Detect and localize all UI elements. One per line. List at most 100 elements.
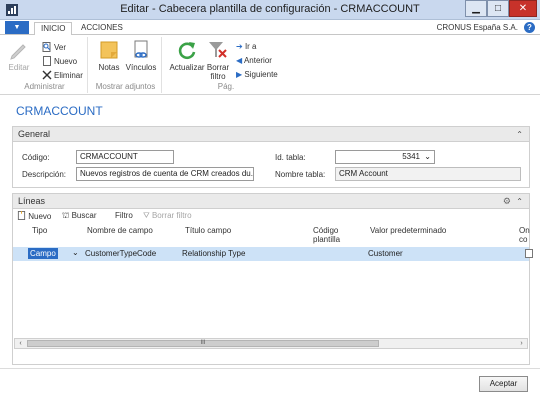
codigo-label: Código: xyxy=(22,153,50,162)
buscar-button[interactable]: ⛫ Buscar xyxy=(62,211,97,221)
on-checkbox[interactable] xyxy=(525,249,533,258)
collapse-chevron-icon[interactable]: ⌃ xyxy=(516,127,523,142)
anterior-button[interactable]: ◀ Anterior xyxy=(236,56,272,65)
lineas-toolbar: Nuevo ⛫ Buscar Filtro ⛛ Borrar filtro xyxy=(13,209,529,223)
horizontal-scrollbar[interactable]: ‹ III › xyxy=(14,338,528,349)
notas-label: Notas xyxy=(98,63,120,72)
nombre-tabla-field: CRM Account xyxy=(335,167,521,181)
notas-button[interactable]: Notas xyxy=(96,39,122,72)
new-document-icon xyxy=(43,56,51,66)
codigo-field[interactable]: CRMACCOUNT xyxy=(76,150,174,164)
eliminar-button[interactable]: Eliminar xyxy=(42,70,83,80)
minimize-button[interactable]: ▁ xyxy=(465,0,487,17)
new-line-icon xyxy=(17,211,26,220)
codigo-plantilla-line-1: Código xyxy=(313,226,339,235)
ir-a-button[interactable]: ➔ Ir a xyxy=(236,42,257,51)
help-icon[interactable]: ? xyxy=(524,22,535,33)
tab-acciones[interactable]: ACCIONES xyxy=(75,22,129,36)
table-row[interactable]: Campo ⌄ CustomerTypeCode Relationship Ty… xyxy=(13,247,533,261)
nombre-tabla-label: Nombre tabla: xyxy=(275,170,326,179)
application-menu-button[interactable]: ▼ xyxy=(5,21,29,34)
eliminar-label: Eliminar xyxy=(54,71,83,80)
column-header-titulo-campo[interactable]: Título campo xyxy=(185,226,231,235)
column-header-tipo[interactable]: Tipo xyxy=(32,226,47,235)
editar-label: Editar xyxy=(8,63,30,72)
general-section-title: General xyxy=(18,129,51,139)
on-line-2: co xyxy=(519,235,528,244)
tab-inicio[interactable]: INICIO xyxy=(34,22,73,36)
borrar-filtro-button[interactable]: Borrar filtro xyxy=(206,39,230,81)
titulo-campo-cell[interactable]: Relationship Type xyxy=(182,249,245,258)
nuevo-button[interactable]: Nuevo xyxy=(42,56,77,66)
column-header-nombre-campo[interactable]: Nombre de campo xyxy=(87,226,153,235)
column-header-on[interactable]: On co xyxy=(519,226,530,244)
siguiente-label: Siguiente xyxy=(244,70,278,79)
lineas-collapse-chevron-icon[interactable]: ⌃ xyxy=(516,194,523,209)
page-title: CRMACCOUNT xyxy=(16,104,103,118)
id-tabla-label: Id. tabla: xyxy=(275,153,306,162)
refresh-icon xyxy=(178,42,196,60)
borrar-filtro-label-2: filtro xyxy=(210,72,226,81)
vinculos-label: Vínculos xyxy=(125,63,157,72)
go-to-arrow-icon: ➔ xyxy=(236,42,243,51)
links-icon xyxy=(134,40,148,58)
valor-predeterminado-cell[interactable]: Customer xyxy=(368,249,403,258)
aceptar-button[interactable]: Aceptar xyxy=(479,376,528,392)
previous-arrow-icon: ◀ xyxy=(236,56,243,65)
group-label-administrar: Administrar xyxy=(24,82,65,91)
id-tabla-value: 5341 xyxy=(402,152,420,161)
lineas-nuevo-label: Nuevo xyxy=(28,212,52,221)
delete-x-icon xyxy=(42,70,52,80)
scroll-right-arrow-icon[interactable]: › xyxy=(516,339,527,348)
lineas-borrar-filtro-button[interactable]: ⛛ Borrar filtro xyxy=(143,211,192,221)
ribbon-tab-bar: ▼ INICIO ACCIONES CRONUS España S.A. ? xyxy=(0,20,540,36)
column-header-codigo-plantilla[interactable]: Código plantilla xyxy=(313,226,340,244)
dropdown-chevron-icon[interactable]: ⌄ xyxy=(424,151,431,163)
lineas-section-title: Líneas xyxy=(18,196,46,206)
filtro-button[interactable]: Filtro xyxy=(115,211,133,220)
ribbon-group-administrar: Editar Ver Nuevo Eliminar Administrar xyxy=(2,37,88,93)
descripcion-field[interactable]: Nuevos registros de cuenta de CRM creado… xyxy=(76,167,254,181)
id-tabla-field[interactable]: 5341 ⌄ xyxy=(335,150,435,164)
view-icon xyxy=(42,42,51,52)
lineas-section-header[interactable]: Líneas ⚙ ⌃ xyxy=(13,194,529,209)
settings-gear-icon[interactable]: ⚙ xyxy=(503,194,511,209)
general-section-header[interactable]: General ⌃ xyxy=(13,127,529,142)
scroll-left-arrow-icon[interactable]: ‹ xyxy=(15,339,26,348)
group-label-adjuntos: Mostrar adjuntos xyxy=(95,82,156,91)
notes-icon xyxy=(100,41,118,59)
scroll-thumb[interactable]: III xyxy=(27,340,379,347)
column-header-valor-predeterminado[interactable]: Valor predeterminado xyxy=(370,226,446,235)
maximize-button[interactable]: □ xyxy=(487,0,509,17)
ir-a-label: Ir a xyxy=(244,42,257,51)
clear-filter-small-icon: ⛛ xyxy=(143,211,150,220)
nuevo-label: Nuevo xyxy=(54,57,78,66)
buscar-label: Buscar xyxy=(71,211,97,220)
company-name[interactable]: CRONUS España S.A. xyxy=(437,23,518,32)
footer-divider xyxy=(0,368,540,369)
ribbon-group-pag: Actualizar Borrar filtro ➔ Ir a ◀ Anteri… xyxy=(166,37,286,93)
nombre-campo-cell[interactable]: CustomerTypeCode xyxy=(85,249,156,258)
vinculos-button[interactable]: Vínculos xyxy=(124,39,158,72)
codigo-plantilla-line-2: plantilla xyxy=(313,235,341,244)
lineas-nuevo-button[interactable]: Nuevo xyxy=(17,211,51,221)
editar-button[interactable]: Editar xyxy=(4,39,34,72)
tipo-cell[interactable]: Campo xyxy=(28,248,58,259)
binoculars-icon: ⛫ xyxy=(62,211,70,220)
title-bar: Editar - Cabecera plantilla de configura… xyxy=(0,0,540,20)
siguiente-button[interactable]: ▶ Siguiente xyxy=(236,70,278,79)
actualizar-label: Actualizar xyxy=(169,63,205,72)
close-button[interactable]: ✕ xyxy=(509,0,537,17)
on-line-1: On xyxy=(519,226,530,235)
clear-filter-icon xyxy=(209,42,227,58)
tipo-dropdown-chevron-icon[interactable]: ⌄ xyxy=(72,248,79,257)
actualizar-button[interactable]: Actualizar xyxy=(168,39,206,72)
window-title: Editar - Cabecera plantilla de configura… xyxy=(120,3,420,15)
group-label-pag: Pág. xyxy=(217,82,235,91)
next-arrow-icon: ▶ xyxy=(236,70,243,79)
edit-pencil-icon xyxy=(10,44,26,60)
ver-button[interactable]: Ver xyxy=(42,42,66,52)
grid-header: Tipo Nombre de campo Título campo Código… xyxy=(13,223,530,247)
lineas-section: Líneas ⚙ ⌃ Nuevo ⛫ Buscar Filtro ⛛ Borra… xyxy=(12,193,533,365)
anterior-label: Anterior xyxy=(243,56,272,65)
